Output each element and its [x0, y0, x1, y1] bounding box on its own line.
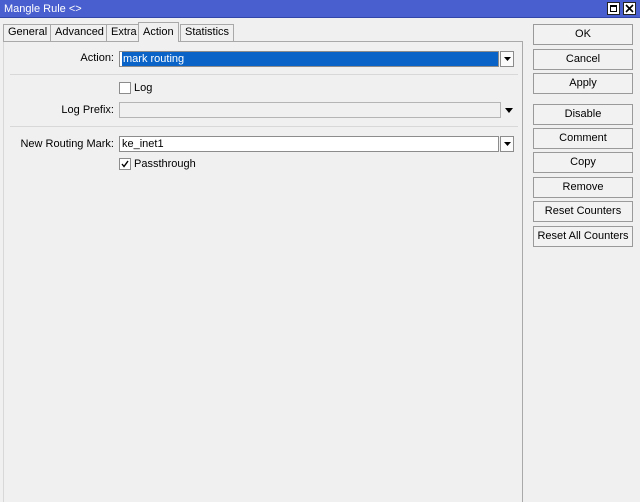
log-checkbox[interactable]: [119, 82, 131, 94]
title-bar[interactable]: Mangle Rule <>: [0, 0, 640, 18]
close-icon: [625, 4, 634, 13]
tab-action[interactable]: Action: [138, 22, 179, 42]
action-select[interactable]: mark routing: [119, 51, 499, 67]
routing-mark-label: New Routing Mark:: [20, 138, 114, 150]
action-value: mark routing: [122, 52, 498, 66]
dropdown-arrow-icon: [504, 142, 511, 146]
cancel-button[interactable]: Cancel: [533, 49, 633, 70]
log-prefix-input[interactable]: [119, 102, 501, 118]
tab-extra[interactable]: Extra: [106, 24, 142, 41]
comment-button[interactable]: Comment: [533, 128, 633, 149]
dropdown-arrow-icon: [505, 108, 513, 113]
remove-button[interactable]: Remove: [533, 177, 633, 198]
routing-mark-dropdown-button[interactable]: [500, 136, 514, 152]
copy-button[interactable]: Copy: [533, 152, 633, 173]
tab-advanced[interactable]: Advanced: [50, 24, 109, 41]
passthrough-checkbox[interactable]: [119, 158, 131, 170]
action-dropdown-button[interactable]: [500, 51, 514, 67]
dropdown-arrow-icon: [504, 57, 511, 61]
restore-button[interactable]: [607, 2, 620, 15]
checkmark-icon: [121, 160, 129, 168]
log-prefix-label: Log Prefix:: [61, 104, 114, 116]
reset-counters-button[interactable]: Reset Counters: [533, 201, 633, 222]
restore-icon: [610, 5, 617, 12]
reset-all-counters-button[interactable]: Reset All Counters: [533, 226, 633, 247]
routing-mark-input[interactable]: ke_inet1: [119, 136, 499, 152]
ok-button[interactable]: OK: [533, 24, 633, 45]
action-label: Action:: [80, 52, 114, 64]
tab-general[interactable]: General: [3, 24, 53, 41]
passthrough-label: Passthrough: [134, 158, 196, 170]
window-title: Mangle Rule <>: [4, 3, 82, 15]
tab-statistics[interactable]: Statistics: [180, 24, 235, 41]
log-label: Log: [134, 82, 153, 94]
separator: [10, 74, 518, 75]
disable-button[interactable]: Disable: [533, 104, 633, 125]
close-button[interactable]: [623, 2, 636, 15]
apply-button[interactable]: Apply: [533, 73, 633, 94]
log-prefix-dropdown-button[interactable]: [502, 103, 516, 117]
separator: [10, 126, 518, 127]
action-panel: Action: mark routing Log Log Prefix: New…: [3, 42, 523, 502]
